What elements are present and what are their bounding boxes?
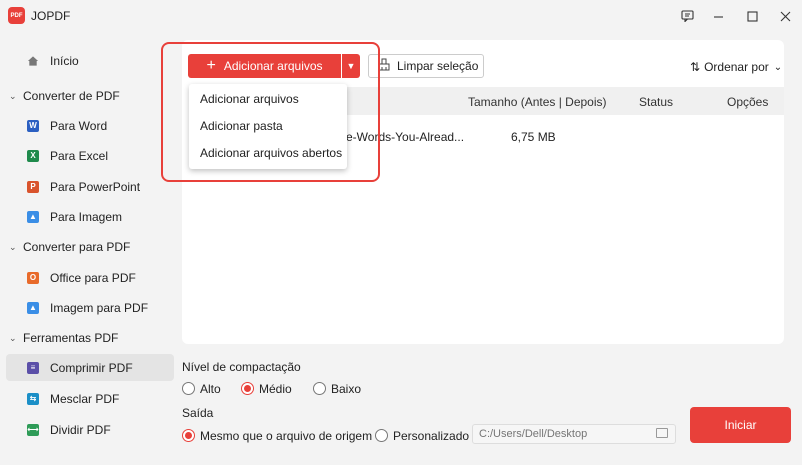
sidebar-item-imagem-para-pdf[interactable]: ▲ Imagem para PDF	[6, 294, 174, 321]
maximize-icon[interactable]	[737, 4, 767, 28]
file-size: 6,75 MB	[511, 130, 556, 144]
start-button[interactable]: Iniciar	[690, 407, 791, 443]
folder-icon[interactable]	[656, 428, 668, 438]
clear-selection-button[interactable]: Limpar seleção	[368, 54, 484, 78]
sidebar-item-para-powerpoint[interactable]: P Para PowerPoint	[6, 173, 174, 200]
home-icon	[27, 55, 39, 67]
compression-label: Nível de compactação	[182, 360, 301, 374]
sidebar-item-office-para-pdf[interactable]: O Office para PDF	[6, 264, 174, 291]
sort-by-button[interactable]: ⇅ Ordenar por ⌄	[690, 60, 782, 74]
split-icon: ⟷	[27, 423, 39, 436]
column-header-options[interactable]: Opções	[727, 95, 768, 109]
minimize-icon[interactable]	[703, 4, 733, 28]
sidebar-item-para-word[interactable]: W Para Word	[6, 112, 174, 139]
compress-icon: ≡	[27, 361, 39, 374]
powerpoint-icon: P	[27, 180, 39, 193]
sidebar-item-mesclar-pdf[interactable]: ⇆ Mesclar PDF	[6, 385, 174, 412]
chevron-down-icon: ⌄	[773, 61, 783, 73]
sidebar-item-home[interactable]: Início	[6, 47, 174, 74]
output-path-input[interactable]	[472, 424, 676, 444]
chevron-down-icon: ⌄	[9, 90, 17, 101]
sidebar-item-para-excel[interactable]: X Para Excel	[6, 142, 174, 169]
sidebar-item-dividir-pdf[interactable]: ⟷ Dividir PDF	[6, 416, 174, 443]
close-icon[interactable]	[770, 4, 800, 28]
output-label: Saída	[182, 406, 214, 420]
section-converter-para-pdf[interactable]: ⌄ Converter para PDF	[0, 237, 180, 257]
feedback-icon[interactable]	[672, 4, 702, 28]
column-header-size[interactable]: Tamanho (Antes | Depois)	[468, 95, 607, 109]
column-header-status[interactable]: Status	[639, 95, 673, 109]
sidebar-item-para-imagem[interactable]: ▲ Para Imagem	[6, 203, 174, 230]
app-logo: PDF	[8, 7, 25, 24]
sort-icon: ⇅	[690, 60, 701, 74]
office-icon: O	[27, 271, 39, 284]
image-icon: ▲	[27, 210, 39, 223]
sidebar-item-comprimir-pdf[interactable]: ≡ Comprimir PDF	[6, 354, 174, 381]
app-title: JOPDF	[31, 9, 71, 23]
chevron-down-icon: ⌄	[9, 332, 17, 343]
highlight-box	[161, 42, 380, 182]
section-converter-de-pdf[interactable]: ⌄ Converter de PDF	[0, 86, 180, 106]
merge-icon: ⇆	[27, 392, 39, 405]
word-icon: W	[27, 119, 39, 132]
excel-icon: X	[27, 149, 39, 162]
image-icon: ▲	[27, 301, 39, 314]
title-bar: PDF JOPDF	[0, 0, 802, 32]
chevron-down-icon: ⌄	[9, 241, 17, 252]
section-ferramentas-pdf[interactable]: ⌄ Ferramentas PDF	[0, 328, 180, 348]
